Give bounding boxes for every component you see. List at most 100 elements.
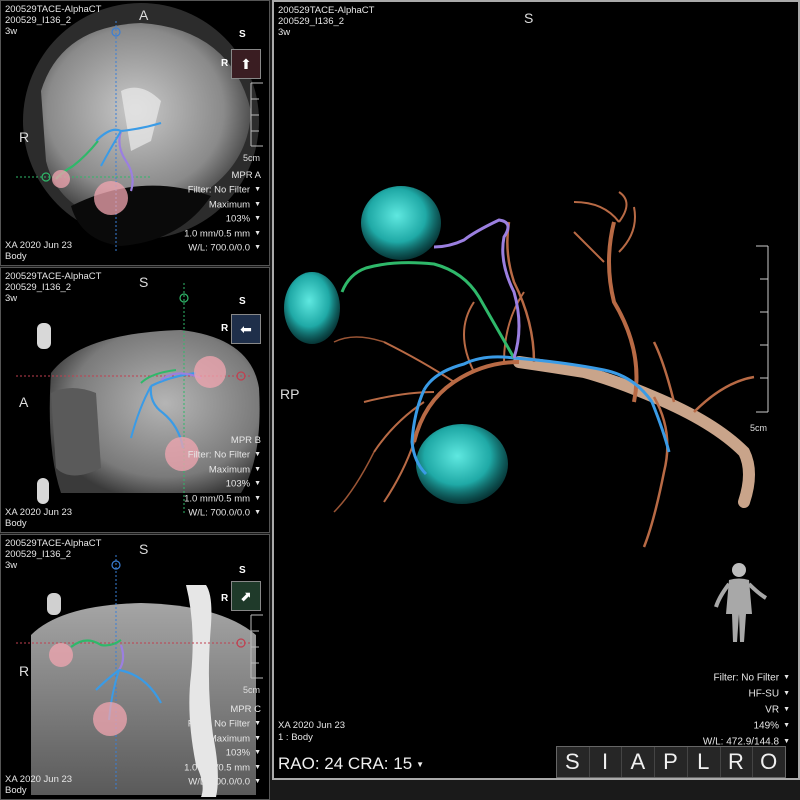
wl-value: W/L: 700.0/0.0	[188, 507, 251, 519]
age-label: 3w	[5, 560, 18, 571]
mpr-a-footer-info: XA 2020 Jun 23 Body	[5, 240, 72, 262]
cube-top-label: S	[239, 296, 246, 307]
thickness-dropdown[interactable]: 1.0 mm/0.5 mm ▼	[184, 227, 261, 242]
wl-value: W/L: 700.0/0.0	[188, 242, 251, 254]
preset-value: HF-SU	[748, 688, 780, 700]
projection-dropdown[interactable]: Maximum ▼	[184, 198, 261, 213]
mpr-a-patient-info: 200529TACE-AlphaCT 200529_I136_2 3w	[5, 4, 101, 37]
age-label: 3w	[5, 293, 18, 304]
mpr-a-viewport[interactable]: 200529TACE-AlphaCT 200529_I136_2 3w A R …	[0, 0, 270, 266]
angle-dropdown[interactable]: RAO: 24 CRA: 15 ▼	[278, 754, 424, 774]
orientation-cube[interactable]: ⬈	[231, 581, 261, 611]
age-label: 3w	[5, 26, 18, 37]
modality-date: XA 2020 Jun 23	[5, 774, 73, 785]
orient-left-button[interactable]: L	[687, 747, 721, 777]
mpr-b-viewport[interactable]: 200529TACE-AlphaCT 200529_I136_2 3w S A …	[0, 267, 270, 533]
cube-side-label: R	[221, 58, 229, 69]
chevron-down-icon: ▼	[254, 480, 261, 488]
arrow-left-icon: ⬅	[240, 320, 252, 337]
cube-top-label: S	[239, 29, 246, 40]
chevron-down-icon: ▼	[783, 705, 790, 713]
orientation-cube[interactable]: ⬅	[231, 314, 261, 344]
thickness-value: 1.0 mm/0.5 mm	[184, 228, 251, 240]
orientation-button-bar: S I A P L R O	[556, 746, 786, 778]
projection-value: Maximum	[208, 733, 251, 745]
series-name: 200529_I136_2	[5, 549, 72, 560]
filter-value: Filter: No Filter	[187, 718, 251, 730]
cube-side-label: R	[221, 593, 229, 604]
zoom-dropdown[interactable]: 103% ▼	[184, 212, 261, 227]
chevron-down-icon: ▼	[254, 778, 261, 786]
projection-dropdown[interactable]: Maximum ▼	[184, 732, 261, 747]
arrow-diagonal-icon: ⬈	[240, 587, 252, 604]
mpr-c-footer-info: XA 2020 Jun 23 Body	[5, 774, 72, 796]
wl-value: W/L: 700.0/0.0	[188, 776, 251, 788]
chevron-down-icon: ▼	[783, 674, 790, 681]
modality-date: XA 2020 Jun 23	[5, 507, 73, 518]
angle-value: RAO: 24 CRA: 15	[278, 754, 413, 773]
body-orientation-figure	[714, 563, 768, 642]
arrow-up-icon: ⬆	[240, 55, 252, 72]
mpr-b-footer-info: XA 2020 Jun 23 Body	[5, 507, 72, 529]
projection-value: Maximum	[208, 199, 251, 211]
zoom-dropdown[interactable]: 149% ▼	[703, 718, 790, 734]
mpr-b-patient-info: 200529TACE-AlphaCT 200529_I136_2 3w	[5, 271, 101, 304]
mpr-c-patient-info: 200529TACE-AlphaCT 200529_I136_2 3w	[5, 538, 101, 571]
filter-value: Filter: No Filter	[187, 184, 251, 196]
filter-dropdown[interactable]: Filter: No Filter ▼	[184, 717, 261, 732]
orient-right-button[interactable]: R	[720, 747, 754, 777]
zoom-value: 103%	[225, 213, 251, 225]
orient-anterior-button[interactable]: A	[622, 747, 656, 777]
zoom-value: 103%	[225, 478, 251, 490]
vr-settings: Filter: No Filter ▼ HF-SU ▼ VR ▼ 149% ▼ W/L:…	[703, 670, 790, 749]
chevron-down-icon: ▼	[254, 749, 261, 757]
mpr-c-viewport[interactable]: 200529TACE-AlphaCT 200529_I136_2 3w S R …	[0, 534, 270, 800]
orientation-left-label: A	[19, 394, 29, 410]
orient-superior-button[interactable]: S	[557, 747, 590, 777]
filter-dropdown[interactable]: Filter: No Filter ▼	[184, 448, 261, 463]
chevron-down-icon: ▼	[254, 244, 261, 252]
age-label: 3w	[278, 27, 291, 38]
modality-date: XA 2020 Jun 23	[5, 240, 73, 251]
scale-label: 5cm	[243, 685, 261, 695]
chevron-down-icon: ▼	[254, 763, 261, 771]
vr-3d-viewport[interactable]: 200529TACE-AlphaCT 200529_I136_2 3w S RP…	[272, 0, 800, 780]
orient-oblique-button[interactable]: O	[753, 747, 786, 777]
chevron-down-icon: ▼	[254, 186, 261, 193]
wl-dropdown[interactable]: W/L: 700.0/0.0 ▼	[184, 775, 261, 790]
filter-dropdown[interactable]: Filter: No Filter ▼	[184, 183, 261, 198]
orient-inferior-button[interactable]: I	[589, 747, 623, 777]
orientation-left-label: R	[19, 663, 30, 679]
thickness-dropdown[interactable]: 1.0 mm/0.5 mm ▼	[184, 492, 261, 507]
zoom-dropdown[interactable]: 103% ▼	[184, 746, 261, 761]
series-name: 200529_I136_2	[278, 16, 345, 27]
render-mode-dropdown[interactable]: VR ▼	[703, 702, 790, 718]
projection-dropdown[interactable]: Maximum ▼	[184, 463, 261, 478]
thickness-value: 1.0 mm/0.5 mm	[184, 762, 251, 774]
scale-label: 5cm	[750, 423, 768, 433]
zoom-dropdown[interactable]: 103% ▼	[184, 477, 261, 492]
series-name: 200529_I136_2	[5, 15, 72, 26]
filter-value: Filter: No Filter	[187, 449, 251, 461]
wl-dropdown[interactable]: W/L: 700.0/0.0 ▼	[184, 506, 261, 521]
chevron-down-icon: ▼	[254, 734, 261, 742]
mpr-a-settings: MPR A Filter: No Filter ▼ Maximum ▼ 103% ▼ …	[184, 169, 261, 256]
wl-dropdown[interactable]: W/L: 700.0/0.0 ▼	[184, 241, 261, 256]
orient-posterior-button[interactable]: P	[655, 747, 688, 777]
filter-dropdown[interactable]: Filter: No Filter ▼	[703, 670, 791, 686]
study-name: 200529TACE-AlphaCT	[5, 271, 102, 282]
filter-value: Filter: No Filter	[713, 672, 780, 684]
mpr-b-settings: MPR B Filter: No Filter ▼ Maximum ▼ 103% ▼ …	[184, 434, 261, 521]
orientation-top-label: S	[524, 10, 534, 26]
preset-dropdown[interactable]: HF-SU ▼	[703, 686, 791, 702]
body-label: Body	[5, 518, 27, 529]
chevron-down-icon: ▼	[254, 465, 261, 473]
orientation-cube[interactable]: ⬆	[231, 49, 261, 79]
chevron-down-icon: ▼	[416, 760, 425, 770]
orientation-left-label: RP	[280, 386, 300, 402]
chevron-down-icon: ▼	[254, 451, 261, 458]
thickness-dropdown[interactable]: 1.0 mm/0.5 mm ▼	[184, 761, 261, 776]
chevron-down-icon: ▼	[254, 720, 261, 727]
modality-date: XA 2020 Jun 23	[278, 720, 346, 731]
zoom-value: 103%	[225, 747, 251, 759]
